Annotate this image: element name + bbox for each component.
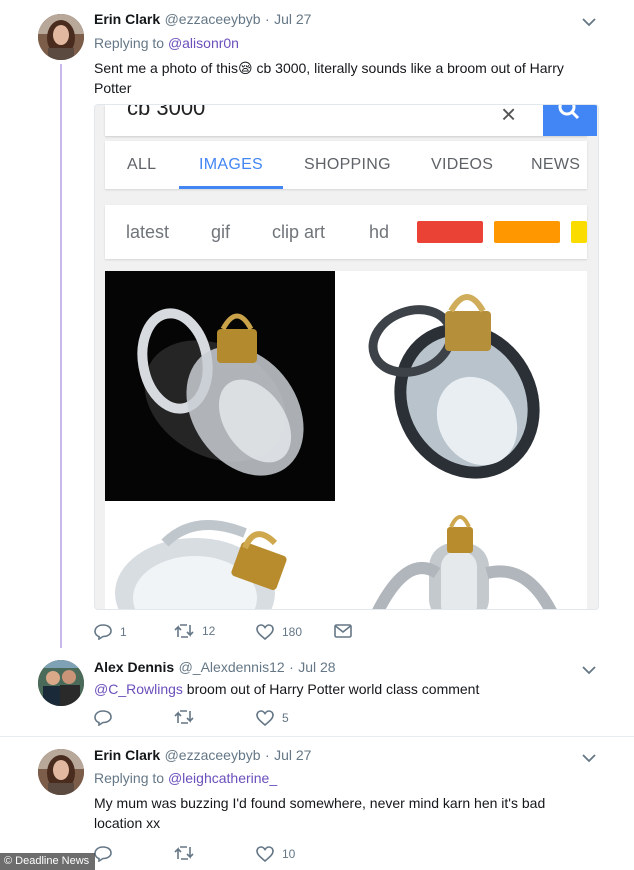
result-tabs: ALL IMAGES SHOPPING VIDEOS NEWS — [105, 141, 587, 189]
like-count: 180 — [282, 625, 303, 639]
image-results-grid — [105, 271, 587, 609]
mention-link[interactable]: @C_Rowlings — [94, 681, 183, 697]
replying-to: Replying to @alisonr0n — [94, 35, 239, 51]
color-swatch-red — [417, 221, 483, 243]
handle[interactable]: @ezzaceeybyb — [165, 11, 261, 27]
retweet-icon — [174, 710, 194, 724]
like-count: 5 — [282, 711, 289, 725]
watermark: © Deadline News — [0, 853, 96, 870]
replying-label: Replying to — [94, 770, 165, 786]
message-icon — [334, 624, 352, 638]
display-name[interactable]: Erin Clark — [94, 747, 160, 763]
chip-gif: gif — [211, 222, 231, 242]
tweet-1: Erin Clark @ezzaceeybyb · Jul 27 Replyin… — [0, 0, 634, 650]
tweet-2: Alex Dennis @_Alexdennis12 · Jul 28 @C_R… — [0, 650, 634, 736]
tweet-header: Erin Clark @ezzaceeybyb · Jul 27 — [94, 747, 311, 765]
tab-images: IMAGES — [199, 156, 264, 173]
tweet-header: Erin Clark @ezzaceeybyb · Jul 27 — [94, 11, 311, 29]
retweet-icon — [174, 624, 194, 638]
retweet-icon — [174, 846, 194, 860]
chip-latest: latest — [126, 222, 170, 242]
avatar[interactable] — [38, 14, 84, 60]
tweet-text: Sent me a photo of this😪 cb 3000, litera… — [94, 58, 594, 98]
tweet-text-part: Sent me a photo of this — [94, 60, 238, 76]
tab-shopping: SHOPPING — [304, 156, 391, 173]
handle[interactable]: @ezzaceeybyb — [165, 747, 261, 763]
reply-icon — [94, 710, 112, 726]
image-result — [105, 271, 335, 501]
like-count: 10 — [282, 847, 296, 861]
tab-news: NEWS — [531, 156, 581, 173]
image-result — [105, 503, 335, 609]
separator: · — [264, 11, 270, 27]
replying-label: Replying to — [94, 35, 165, 51]
tweet-text: My mum was buzzing I'd found somewhere, … — [94, 795, 546, 831]
like-icon — [256, 846, 274, 862]
timestamp[interactable]: Jul 27 — [274, 11, 311, 27]
chip-hd: hd — [369, 222, 390, 242]
like-button[interactable]: 10 — [256, 846, 295, 862]
color-swatch-yellow — [571, 221, 587, 243]
like-button[interactable]: 180 — [256, 624, 302, 640]
avatar[interactable] — [38, 749, 84, 795]
tweet-3: Erin Clark @ezzaceeybyb · Jul 27 Replyin… — [0, 737, 634, 870]
search-button — [543, 105, 597, 136]
separator: · — [264, 747, 270, 763]
retweet-button[interactable]: 12 — [174, 624, 215, 638]
reply-icon — [94, 846, 112, 862]
search-bar: cb 3000 × — [105, 104, 597, 136]
reply-count: 1 — [120, 625, 127, 639]
replying-to: Replying to @leighcatherine_ — [94, 770, 277, 786]
tweet-actions: 1 12 180 — [94, 624, 394, 642]
like-icon — [256, 624, 274, 640]
search-query: cb 3000 — [127, 104, 206, 120]
clear-icon: × — [501, 104, 517, 129]
thread-line — [60, 64, 62, 648]
timestamp[interactable]: Jul 28 — [298, 659, 335, 675]
display-name[interactable]: Alex Dennis — [94, 659, 174, 675]
separator: · — [289, 659, 294, 675]
retweet-button[interactable] — [174, 846, 202, 860]
display-name[interactable]: Erin Clark — [94, 11, 160, 27]
mention-link[interactable]: @leighcatherine_ — [168, 770, 277, 786]
chip-clip-art: clip art — [272, 222, 326, 242]
image-result — [337, 503, 587, 609]
reply-button[interactable] — [94, 710, 120, 726]
avatar[interactable] — [38, 660, 84, 706]
active-tab-indicator — [179, 186, 283, 189]
chevron-down-icon[interactable] — [582, 17, 596, 27]
color-swatch-orange — [494, 221, 560, 243]
tweet-image[interactable]: cb 3000 × ALL IMAGES SHOPPING VIDEOS NEW… — [94, 104, 599, 610]
like-button[interactable]: 5 — [256, 710, 289, 726]
search-icon — [558, 105, 580, 120]
tweet-text: @C_Rowlings broom out of Harry Potter wo… — [94, 679, 594, 699]
mention-link[interactable]: @alisonr0n — [168, 35, 239, 51]
tweet-actions: 5 — [94, 710, 394, 728]
like-icon — [256, 710, 274, 726]
tab-all: ALL — [127, 156, 157, 173]
tweet-actions: 10 — [94, 846, 394, 864]
reply-icon — [94, 624, 112, 640]
reply-button[interactable] — [94, 846, 120, 862]
tab-videos: VIDEOS — [431, 156, 494, 173]
message-button[interactable] — [334, 624, 352, 638]
retweet-button[interactable] — [174, 710, 202, 724]
handle[interactable]: @_Alexdennis12 — [179, 659, 285, 675]
emoji: 😪 — [237, 60, 253, 76]
reply-button[interactable]: 1 — [94, 624, 127, 640]
timestamp[interactable]: Jul 27 — [274, 747, 311, 763]
retweet-count: 12 — [202, 624, 216, 638]
filter-chips: latest gif clip art hd — [105, 205, 587, 259]
chevron-down-icon[interactable] — [582, 665, 596, 675]
image-result — [337, 271, 587, 501]
tweet-header: Alex Dennis @_Alexdennis12 · Jul 28 — [94, 659, 336, 677]
tweet-text-part: broom out of Harry Potter world class co… — [182, 681, 480, 697]
chevron-down-icon[interactable] — [582, 753, 596, 763]
